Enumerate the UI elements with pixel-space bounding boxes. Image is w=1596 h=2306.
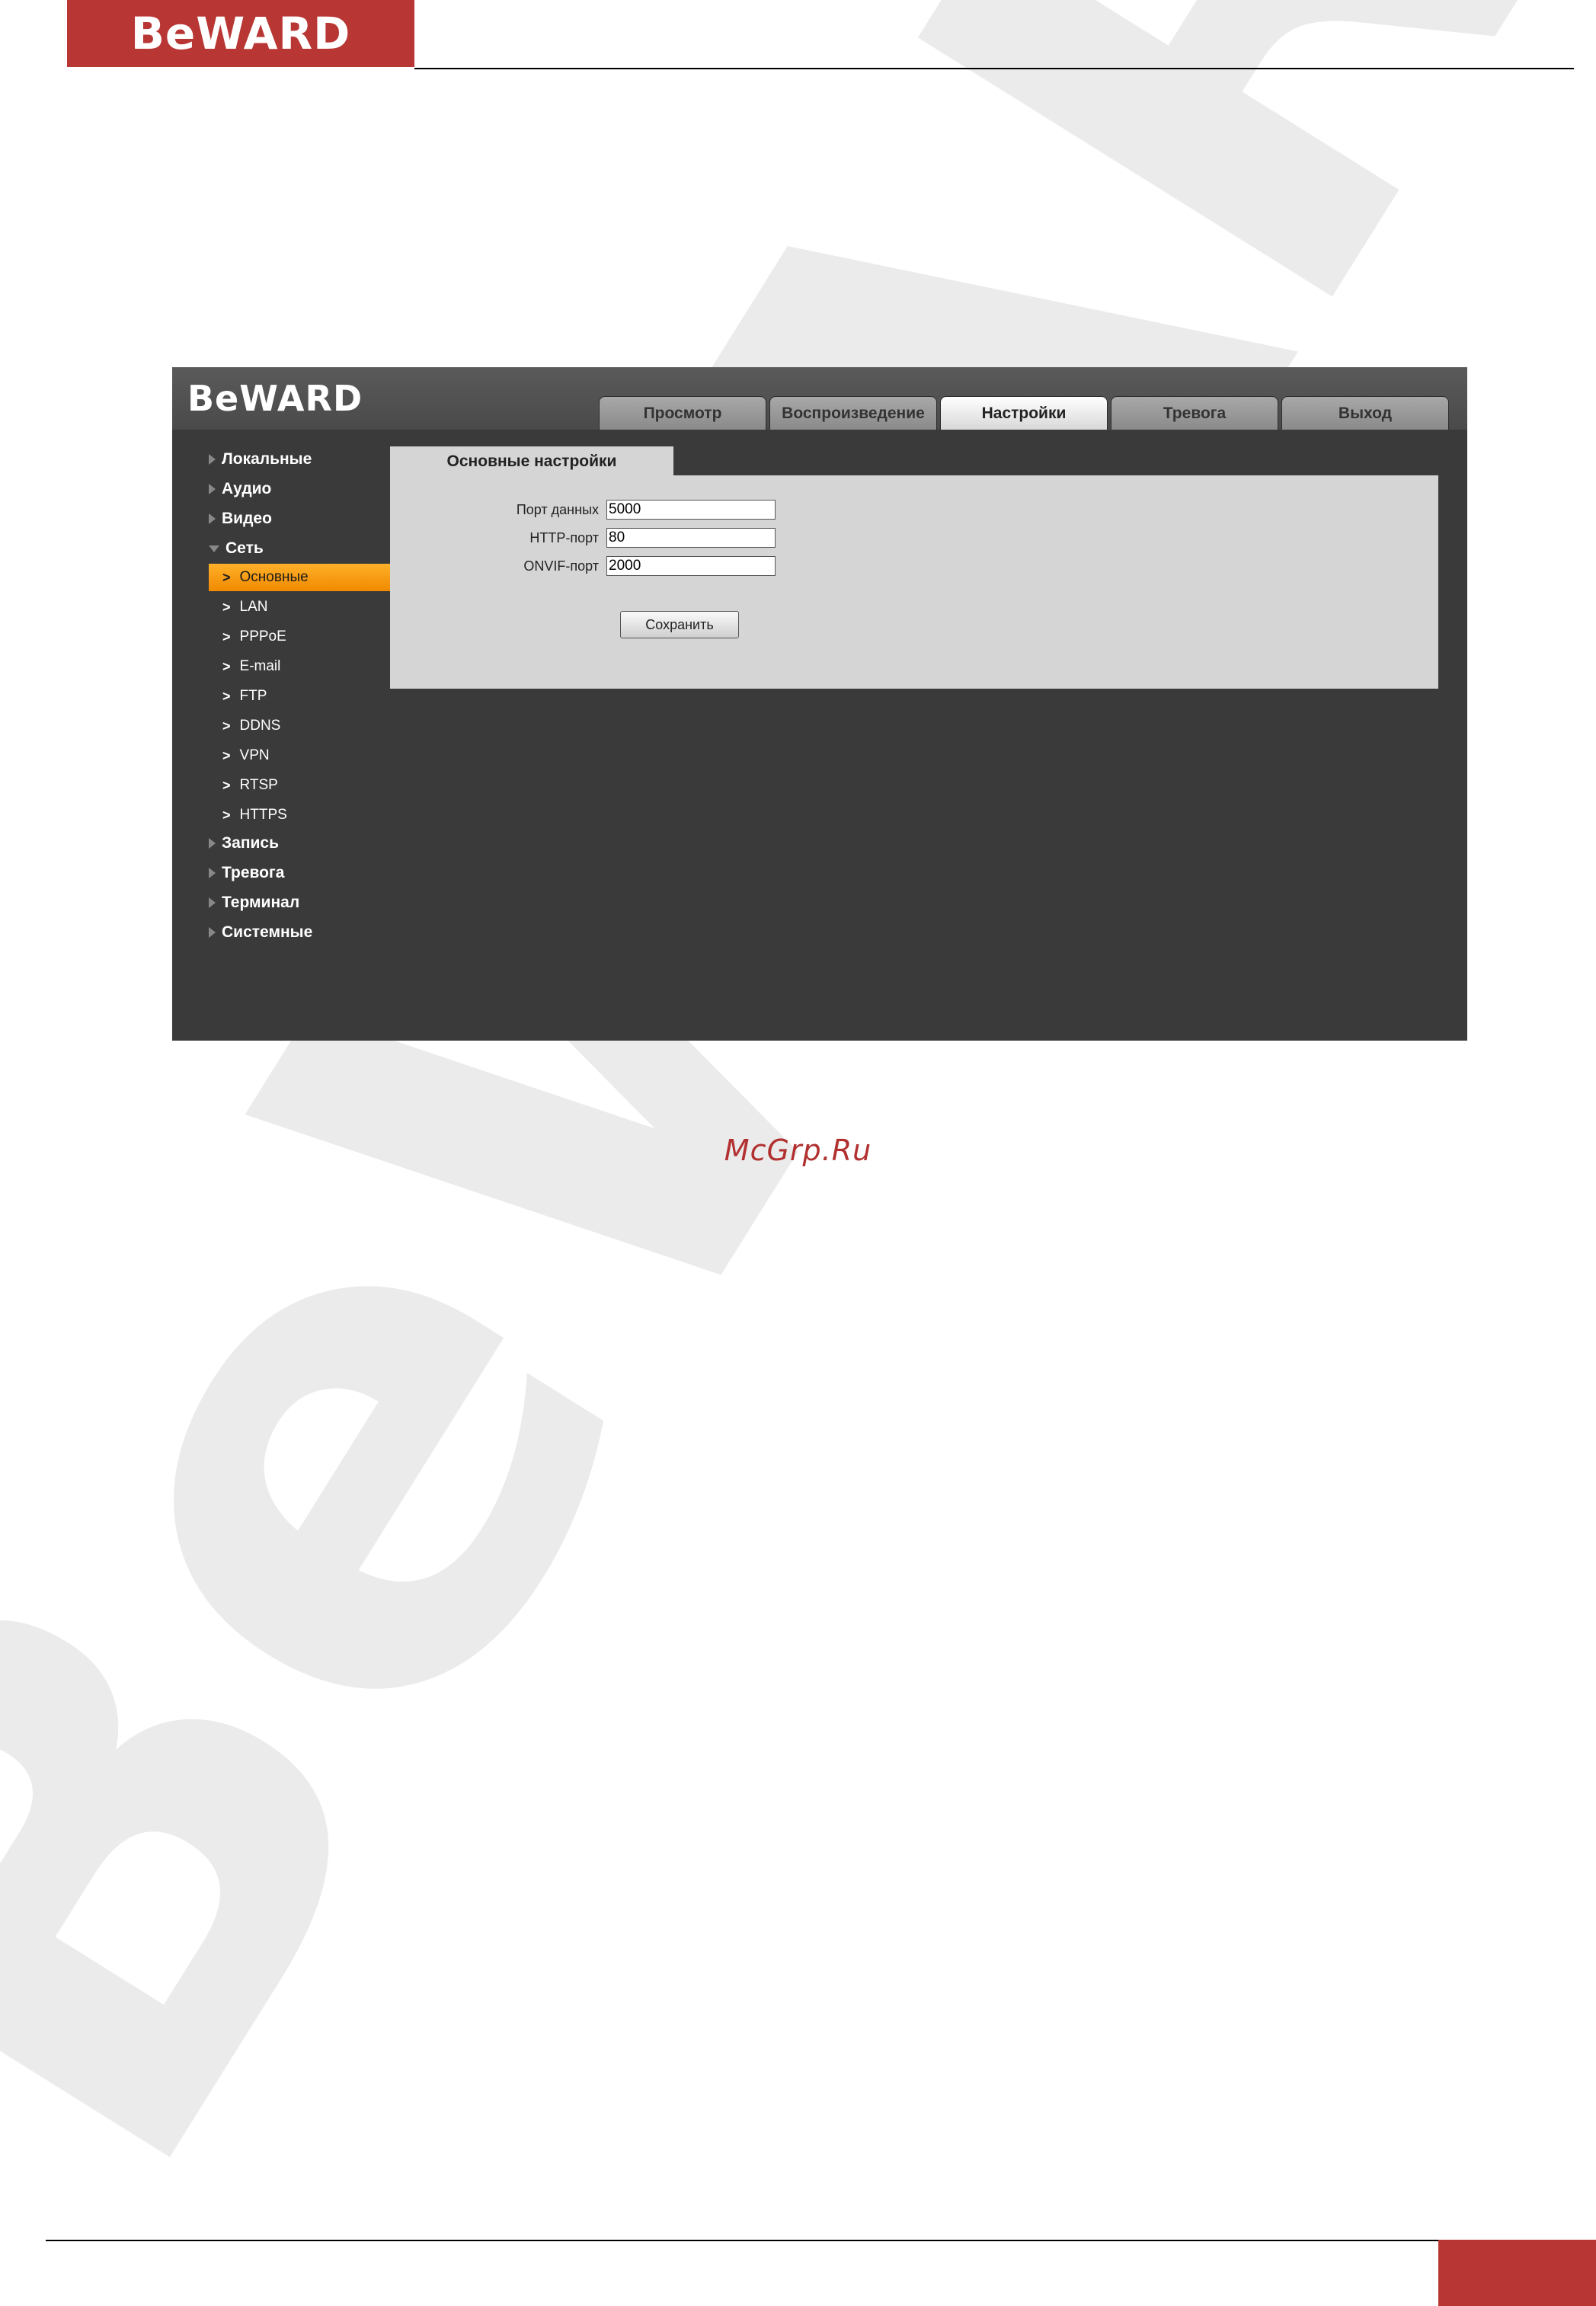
triangle-right-icon bbox=[209, 484, 216, 494]
triangle-right-icon bbox=[209, 897, 216, 908]
tab-alarm[interactable]: Тревога bbox=[1111, 396, 1278, 430]
chevron-right-icon: > bbox=[222, 688, 231, 704]
sidebar-item-local[interactable]: Локальные bbox=[209, 446, 312, 472]
onvif-port-label: ONVIF-порт bbox=[523, 558, 599, 574]
sidebar-subitem-rtsp[interactable]: > RTSP bbox=[209, 772, 390, 799]
basic-settings-panel: Порт данных HTTP-порт ONVIF-порт Сохрани… bbox=[390, 475, 1438, 689]
sidebar-item-system[interactable]: Системные bbox=[209, 920, 312, 945]
document-logo: BeWARD bbox=[67, 0, 414, 67]
triangle-right-icon bbox=[209, 927, 216, 938]
footer-rule bbox=[46, 2240, 1438, 2241]
sidebar-subitem-label: FTP bbox=[239, 688, 267, 704]
onvif-port-row: ONVIF-порт bbox=[390, 555, 776, 577]
sidebar-subitem-label: RTSP bbox=[239, 777, 278, 793]
tab-settings[interactable]: Настройки bbox=[940, 396, 1108, 430]
triangle-right-icon bbox=[209, 868, 216, 878]
save-button[interactable]: Сохранить bbox=[620, 611, 739, 638]
data-port-label: Порт данных bbox=[516, 501, 599, 517]
sidebar-item-label: Локальные bbox=[222, 450, 312, 468]
app-header: BeWARD Просмотр Воспроизведение Настройк… bbox=[172, 367, 1467, 430]
chevron-right-icon: > bbox=[222, 777, 231, 793]
sidebar-subitem-label: Основные bbox=[239, 569, 309, 585]
chevron-right-icon: > bbox=[222, 807, 231, 823]
sidebar-subitem-label: HTTPS bbox=[239, 807, 287, 823]
sidebar-subitem-lan[interactable]: > LAN bbox=[209, 593, 390, 621]
onvif-port-input[interactable] bbox=[606, 556, 776, 576]
sidebar-subitem-ftp[interactable]: > FTP bbox=[209, 683, 390, 710]
http-port-input[interactable] bbox=[606, 528, 776, 548]
sidebar-subitem-vpn[interactable]: > VPN bbox=[209, 742, 390, 769]
sidebar-item-video[interactable]: Видео bbox=[209, 506, 272, 532]
tab-view[interactable]: Просмотр bbox=[599, 396, 766, 430]
header-rule bbox=[414, 68, 1574, 69]
document-logo-text: BeWARD bbox=[130, 8, 351, 59]
sidebar-subitem-label: E-mail bbox=[239, 658, 281, 674]
sidebar-subitem-label: PPPoE bbox=[239, 628, 286, 644]
sidebar-item-recording[interactable]: Запись bbox=[209, 830, 279, 856]
http-port-label: HTTP-порт bbox=[529, 529, 599, 545]
chevron-right-icon: > bbox=[222, 569, 231, 585]
sidebar-item-audio[interactable]: Аудио bbox=[209, 476, 271, 502]
data-port-row: Порт данных bbox=[390, 498, 776, 521]
sidebar-subitem-ddns[interactable]: > DDNS bbox=[209, 712, 390, 740]
triangle-right-icon bbox=[209, 838, 216, 849]
sidebar-item-terminal[interactable]: Терминал bbox=[209, 890, 299, 916]
chevron-right-icon: > bbox=[222, 628, 231, 644]
http-port-row: HTTP-порт bbox=[390, 526, 776, 549]
sidebar-item-label: Системные bbox=[222, 923, 313, 941]
chevron-right-icon: > bbox=[222, 718, 231, 734]
sidebar-subitem-https[interactable]: > HTTPS bbox=[209, 801, 390, 829]
panel-title-tab: Основные настройки bbox=[390, 446, 673, 477]
site-watermark: McGrp.Ru bbox=[724, 1134, 872, 1167]
sidebar-item-network[interactable]: Сеть bbox=[209, 536, 264, 561]
sidebar-subitem-label: VPN bbox=[239, 747, 270, 763]
tab-logout[interactable]: Выход bbox=[1281, 396, 1449, 430]
triangle-right-icon bbox=[209, 513, 216, 524]
sidebar-subitem-label: DDNS bbox=[239, 718, 281, 734]
data-port-input[interactable] bbox=[606, 500, 776, 520]
triangle-right-icon bbox=[209, 454, 216, 465]
footer-block bbox=[1438, 2240, 1596, 2306]
sidebar-item-label: Видео bbox=[222, 510, 272, 527]
sidebar-item-label: Тревога bbox=[222, 864, 285, 881]
sidebar-subitem-email[interactable]: > E-mail bbox=[209, 653, 390, 680]
chevron-right-icon: > bbox=[222, 747, 231, 763]
chevron-right-icon: > bbox=[222, 599, 231, 615]
sidebar-item-alarm[interactable]: Тревога bbox=[209, 860, 284, 886]
sidebar-item-label: Запись bbox=[222, 834, 280, 852]
sidebar-item-label: Сеть bbox=[225, 539, 264, 557]
sidebar-item-label: Терминал bbox=[222, 894, 300, 911]
camera-web-interface: BeWARD Просмотр Воспроизведение Настройк… bbox=[172, 367, 1467, 1041]
triangle-down-icon bbox=[209, 545, 219, 552]
app-logo: BeWARD bbox=[187, 378, 363, 419]
sidebar-subitem-label: LAN bbox=[239, 599, 268, 615]
chevron-right-icon: > bbox=[222, 658, 231, 674]
main-tabs: Просмотр Воспроизведение Настройки Трево… bbox=[599, 396, 1452, 430]
sidebar-item-label: Аудио bbox=[222, 480, 272, 497]
tab-playback[interactable]: Воспроизведение bbox=[769, 396, 937, 430]
sidebar-subitem-basic[interactable]: > Основные bbox=[209, 564, 390, 591]
sidebar-subitem-pppoe[interactable]: > PPPoE bbox=[209, 623, 390, 651]
